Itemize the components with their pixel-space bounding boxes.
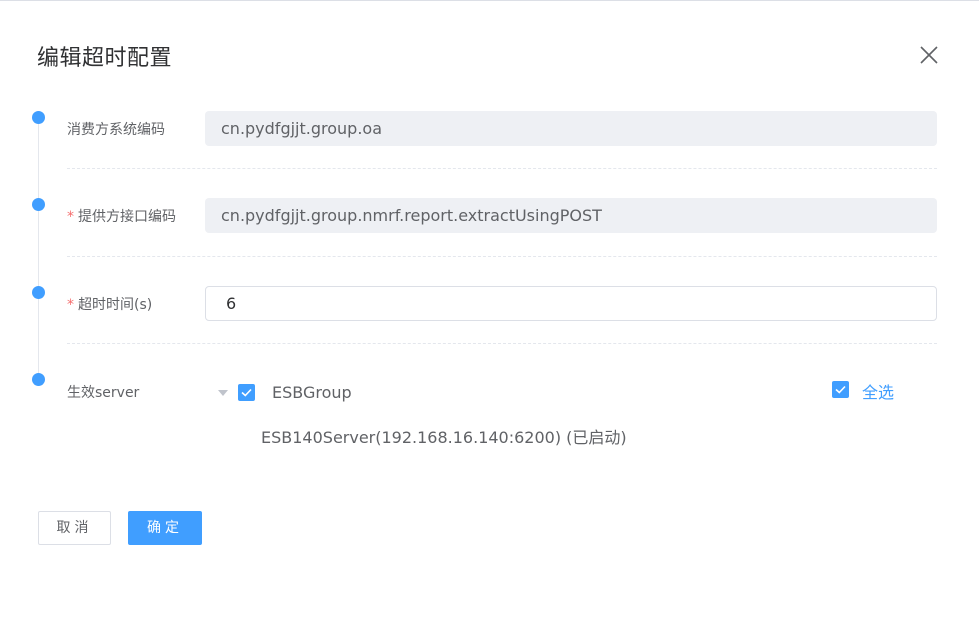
required-mark: * bbox=[67, 297, 74, 313]
cancel-button[interactable]: 取消 bbox=[38, 511, 111, 545]
server-label: 生效server bbox=[67, 385, 140, 401]
top-border bbox=[0, 0, 979, 1]
caret-down-icon[interactable] bbox=[218, 390, 228, 396]
check-icon bbox=[241, 388, 252, 397]
row-divider bbox=[67, 168, 937, 169]
required-mark: * bbox=[67, 209, 74, 225]
confirm-button[interactable]: 确定 bbox=[128, 511, 202, 545]
dialog-title: 编辑超时配置 bbox=[37, 46, 173, 71]
esbgroup-checkbox[interactable] bbox=[238, 384, 255, 401]
timeline-dot bbox=[32, 198, 45, 211]
server-node-label[interactable]: ESB140Server(192.168.16.140:6200) (已启动) bbox=[261, 424, 627, 448]
consumer-code-field: cn.pydfgjjt.group.oa bbox=[205, 111, 937, 146]
esbgroup-label[interactable]: ESBGroup bbox=[272, 383, 352, 402]
select-all-label[interactable]: 全选 bbox=[862, 379, 894, 403]
close-icon[interactable] bbox=[917, 43, 941, 67]
timeout-label: * 超时时间(s) bbox=[67, 294, 152, 314]
timeline-dot bbox=[32, 373, 45, 386]
provider-code-label: * 提供方接口编码 bbox=[67, 206, 176, 226]
consumer-code-label: 消费方系统编码 bbox=[67, 122, 165, 138]
timeline-dot bbox=[32, 111, 45, 124]
select-all-checkbox[interactable] bbox=[832, 381, 849, 398]
row-divider bbox=[67, 343, 937, 344]
timeout-label-text: 超时时间(s) bbox=[78, 297, 153, 313]
check-icon bbox=[835, 385, 846, 394]
timeline-dot bbox=[32, 286, 45, 299]
timeline-line bbox=[38, 117, 39, 379]
row-divider bbox=[67, 256, 937, 257]
provider-code-field: cn.pydfgjjt.group.nmrf.report.extractUsi… bbox=[205, 198, 937, 233]
timeout-input[interactable] bbox=[205, 286, 937, 321]
provider-code-label-text: 提供方接口编码 bbox=[78, 209, 176, 225]
